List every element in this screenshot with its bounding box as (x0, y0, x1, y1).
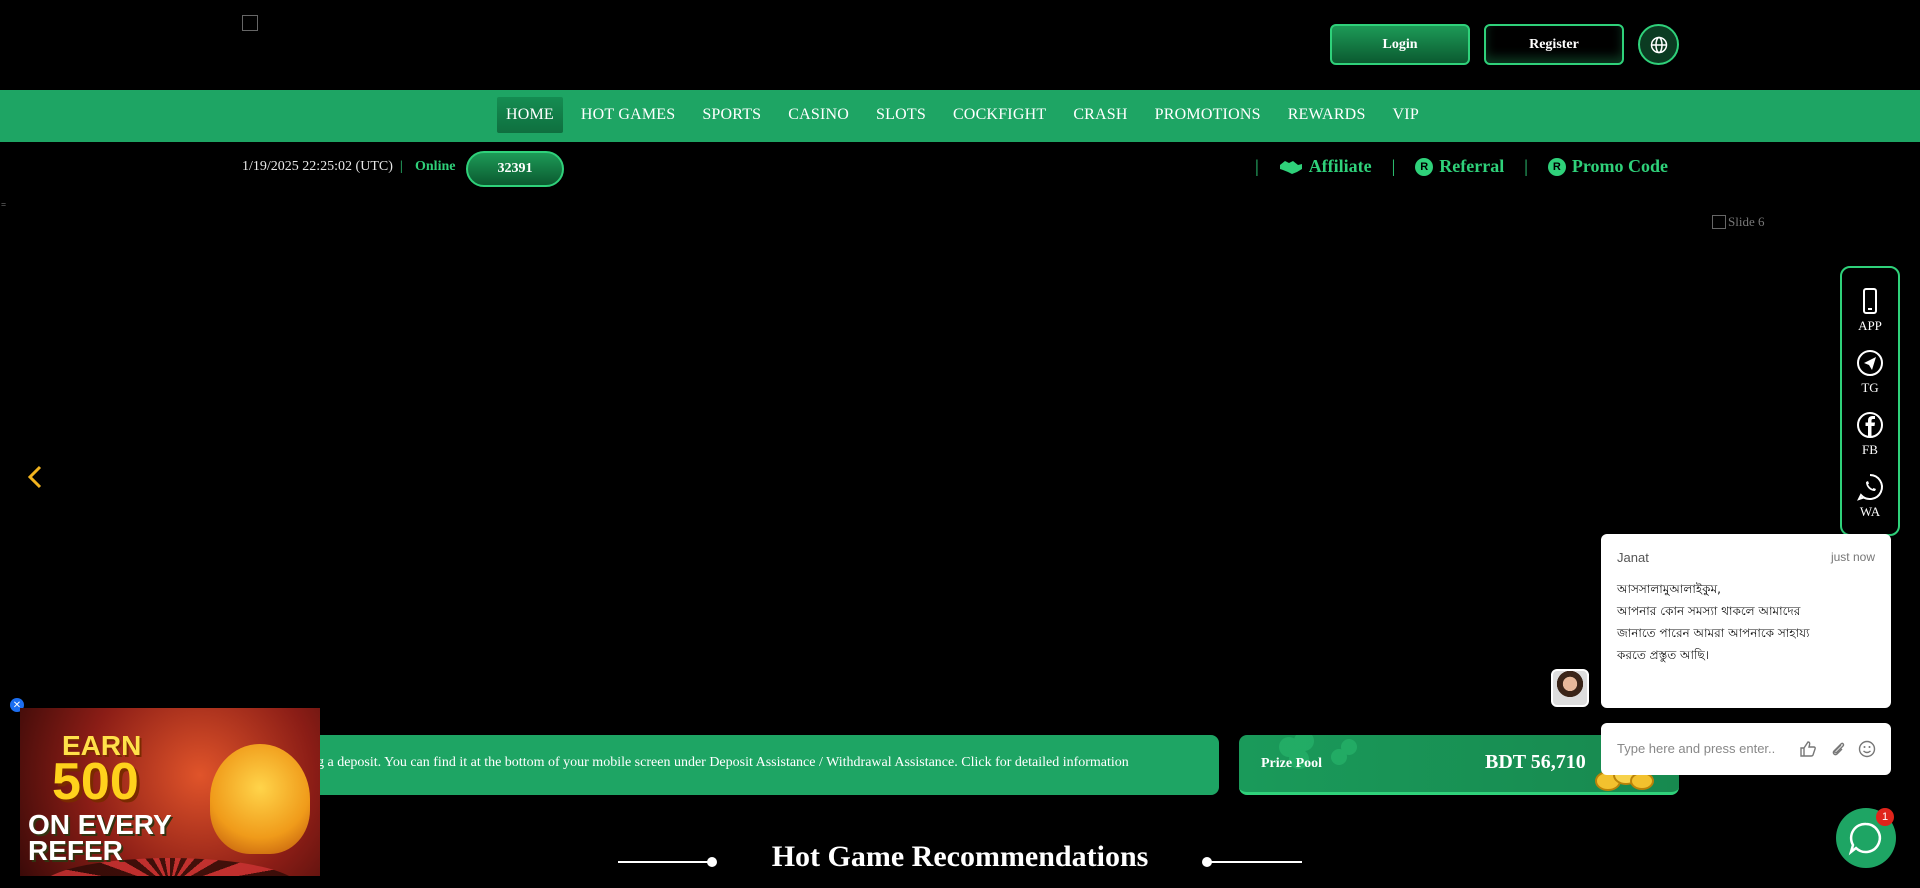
site-logo[interactable] (242, 15, 258, 31)
slide-image: Slide 6 (1712, 214, 1764, 230)
language-button[interactable] (1638, 24, 1679, 65)
nav-casino[interactable]: CASINO (779, 97, 858, 133)
promo-line-amount: 500 (52, 753, 139, 811)
online-count-badge: 32391 (466, 151, 564, 187)
telegram-icon (1857, 350, 1883, 376)
register-button[interactable]: Register (1484, 24, 1624, 65)
main-nav: HOME HOT GAMES SPORTS CASINO SLOTS COCKF… (0, 90, 1920, 142)
equals-mark: = (1, 200, 7, 210)
mobile-phone-icon (1863, 288, 1877, 314)
referral-label: Referral (1439, 156, 1505, 176)
sidebar-item-label: TG (1861, 380, 1879, 395)
nav-cockfight[interactable]: COCKFIGHT (944, 97, 1055, 133)
handshake-icon (1279, 160, 1302, 174)
banner-prev-button[interactable] (24, 462, 46, 492)
nav-rewards[interactable]: REWARDS (1279, 97, 1375, 133)
promo-line-refer: ON EVERY REFER (28, 811, 172, 866)
nav-hot-games[interactable]: HOT GAMES (572, 97, 684, 133)
promo-line-refer-word: REFER (28, 835, 123, 866)
chat-input-box[interactable]: Type here and press enter.. (1601, 723, 1891, 775)
separator: | (1524, 156, 1528, 176)
server-datetime: 1/19/2025 22:25:02 (UTC) | (242, 159, 406, 175)
sidebar-item-label: FB (1862, 442, 1878, 457)
chat-agent-avatar (1551, 669, 1589, 707)
mascot-image (210, 744, 310, 854)
prize-pool-label: Prize Pool (1261, 756, 1323, 771)
affiliate-link[interactable]: Affiliate (1279, 156, 1372, 177)
separator: | (396, 159, 407, 174)
globe-icon (1650, 36, 1667, 53)
chat-line: আপনার কোন সমস্যা থাকলে আমাদের (1617, 604, 1801, 618)
nav-slots[interactable]: SLOTS (867, 97, 935, 133)
slide-alt-text: Slide 6 (1728, 214, 1765, 229)
attachment-icon[interactable] (1829, 740, 1847, 758)
chat-line: আসসালামুআলাইকুম, (1617, 582, 1721, 596)
chevron-left-icon (27, 465, 42, 489)
sidebar-item-label: APP (1858, 318, 1882, 333)
online-label: Online (415, 159, 456, 174)
affiliate-label: Affiliate (1308, 156, 1372, 176)
info-bar: 1/19/2025 22:25:02 (UTC) | Online 32391 … (0, 142, 1920, 197)
login-button[interactable]: Login (1330, 24, 1470, 65)
chat-message-text: আসসালামুআলাইকুম, আপনার কোন সমস্যা থাকলে … (1617, 578, 1877, 666)
chat-timestamp: just now (1830, 550, 1875, 564)
referral-link[interactable]: R Referral (1415, 156, 1504, 177)
thumbs-up-icon[interactable] (1799, 740, 1817, 758)
title-decoration-right (1208, 861, 1302, 863)
facebook-icon (1857, 412, 1883, 438)
nav-sports[interactable]: SPORTS (693, 97, 770, 133)
social-sidebar: APP TG FB WA (1840, 266, 1900, 536)
refer-promo-banner[interactable]: EARN 500 ON EVERY REFER (20, 708, 320, 876)
top-header: Login Register (0, 0, 1920, 90)
sidebar-item-whatsapp[interactable]: WA (1842, 472, 1898, 528)
chat-message-bubble: Janat just now আসসালামুআলাইকুম, আপনার কো… (1601, 534, 1891, 708)
nav-vip[interactable]: VIP (1384, 97, 1428, 133)
chat-line: জানাতে পারেন আমরা আপনাকে সাহায্য (1617, 626, 1810, 640)
prize-pool-value: BDT 56,710 (1485, 751, 1586, 773)
chat-line: করতে প্রস্তুত আছি। (1617, 648, 1710, 662)
nav-promotions[interactable]: PROMOTIONS (1146, 97, 1270, 133)
chat-input-placeholder: Type here and press enter.. (1617, 741, 1776, 756)
whatsapp-icon (1857, 474, 1883, 501)
promo-code-icon: R (1547, 157, 1566, 176)
broken-image-icon (1712, 215, 1726, 229)
ticker-text: ng a deposit. You can find it at the bot… (320, 755, 1129, 770)
promo-code-link[interactable]: R Promo Code (1547, 156, 1668, 177)
header-links: | Affiliate | R Referral | R Promo Code (1235, 156, 1668, 177)
sidebar-item-label: WA (1859, 504, 1881, 519)
referral-icon: R (1415, 157, 1434, 176)
nav-crash[interactable]: CRASH (1064, 97, 1136, 133)
nav-home[interactable]: HOME (497, 97, 563, 133)
emoji-icon[interactable] (1858, 740, 1876, 758)
sidebar-item-facebook[interactable]: FB (1842, 410, 1898, 466)
datetime-text: 1/19/2025 22:25:02 (UTC) (242, 159, 393, 174)
promo-code-label: Promo Code (1571, 156, 1668, 176)
chat-agent-name: Janat (1617, 550, 1649, 565)
announcement-ticker[interactable]: ng a deposit. You can find it at the bot… (320, 735, 1219, 795)
separator: | (1255, 156, 1259, 176)
chat-unread-badge: 1 (1876, 808, 1894, 826)
sidebar-item-app[interactable]: APP (1842, 286, 1898, 342)
sidebar-item-telegram[interactable]: TG (1842, 348, 1898, 404)
separator: | (1391, 156, 1396, 176)
